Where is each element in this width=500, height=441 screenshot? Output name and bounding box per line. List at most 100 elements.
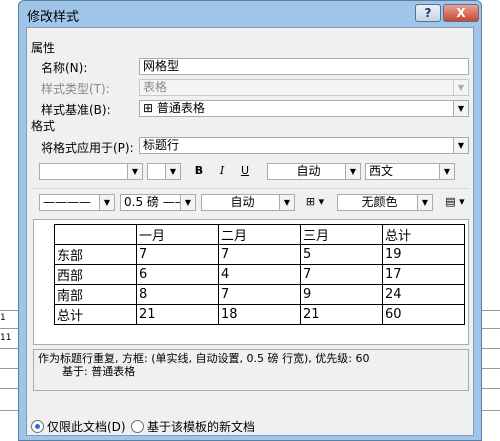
script-select[interactable]: 西文 ▼ xyxy=(365,163,455,180)
bold-button[interactable]: B xyxy=(190,162,208,180)
table-cell: 17 xyxy=(382,264,465,285)
bg-line-number: 11 xyxy=(0,333,12,343)
table-header-cell: 二月 xyxy=(218,224,301,245)
shading-value: 无颜色 xyxy=(361,195,398,209)
description-line: 作为标题行重复, 方框: (单实线, 自动设置, 0.5 磅 行宽), 优先级:… xyxy=(38,352,370,365)
style-preview: 一月 二月 三月 总计 东部 7 7 5 19 西部 6 4 7 17 南部 8… xyxy=(33,219,469,345)
chevron-down-icon[interactable]: ▼ xyxy=(127,164,142,179)
chevron-down-icon[interactable]: ▼ xyxy=(180,195,195,210)
style-type-value: 表格 xyxy=(143,80,168,94)
name-label: 名称(N): xyxy=(41,61,88,75)
table-cell: 21 xyxy=(136,304,219,325)
table-cell: 西部 xyxy=(54,264,137,285)
table-cell: 60 xyxy=(382,304,465,325)
table-cell: 21 xyxy=(300,304,383,325)
help-button[interactable]: ? xyxy=(415,4,441,22)
font-color-select[interactable]: 自动 ▼ xyxy=(267,163,361,180)
table-header-cell: 三月 xyxy=(300,224,383,245)
close-button[interactable]: X xyxy=(443,4,479,22)
table-row: 西部 6 4 7 17 xyxy=(54,264,465,285)
chevron-down-icon[interactable]: ▼ xyxy=(279,195,294,210)
table-cell: 7 xyxy=(218,284,301,305)
chevron-down-icon: ▼ xyxy=(453,80,468,95)
dialog-body: 属性 名称(N): 网格型 样式类型(T): 表格 ▼ 样式基准(B): ⊞ 普… xyxy=(26,27,474,436)
chevron-down-icon[interactable]: ▼ xyxy=(453,101,468,116)
properties-section-label: 属性 xyxy=(31,41,56,55)
bg-line-number: 1 xyxy=(0,313,6,323)
apply-to-label: 将格式应用于(P): xyxy=(41,141,134,155)
chevron-down-icon[interactable]: ▼ xyxy=(453,138,468,153)
bg-rule xyxy=(0,328,18,329)
description-line: 基于: 普通表格 xyxy=(62,365,136,378)
table-cell: 总计 xyxy=(54,304,137,325)
radio-only-this-document[interactable]: 仅限此文档(D) xyxy=(31,418,126,435)
bg-rule xyxy=(482,310,500,311)
style-type-select: 表格 ▼ xyxy=(139,79,469,96)
table-cell: 7 xyxy=(136,244,219,265)
table-row: 东部 7 7 5 19 xyxy=(54,244,465,265)
name-input[interactable]: 网格型 xyxy=(139,58,469,75)
borders-button[interactable]: ⊞ ▾ xyxy=(301,193,329,211)
line-style-select[interactable]: ———— ▼ xyxy=(39,194,115,211)
underline-button[interactable]: U xyxy=(236,162,254,180)
font-color-value: 自动 xyxy=(296,164,321,178)
format-section-label: 格式 xyxy=(31,119,56,133)
style-based-value: ⊞ 普通表格 xyxy=(143,101,205,115)
bg-rule xyxy=(482,388,500,389)
table-cell: 5 xyxy=(300,244,383,265)
bg-rule xyxy=(482,368,500,369)
title-bar[interactable]: 修改样式 ? X xyxy=(19,1,481,27)
line-weight-select[interactable]: 0.5 磅 —— ▼ xyxy=(120,194,196,211)
border-color-select[interactable]: 自动 ▼ xyxy=(201,194,295,211)
italic-button[interactable]: I xyxy=(213,162,231,180)
table-format-icon: ▤ ▾ xyxy=(445,195,465,208)
dialog-title: 修改样式 xyxy=(27,10,80,25)
style-description: 作为标题行重复, 方框: (单实线, 自动设置, 0.5 磅 行宽), 优先级:… xyxy=(33,349,469,391)
bg-rule xyxy=(0,310,18,311)
font-name-select[interactable]: ▼ xyxy=(39,163,143,180)
radio-new-documents[interactable]: 基于该模板的新文档 xyxy=(131,418,255,435)
bg-rule xyxy=(0,368,18,369)
table-header-cell: 总计 xyxy=(382,224,465,245)
table-cell: 4 xyxy=(218,264,301,285)
radio-label: 仅限此文档(D) xyxy=(47,420,126,434)
bg-rule xyxy=(0,388,18,389)
line-style-value: ———— xyxy=(43,195,91,209)
table-cell: 18 xyxy=(218,304,301,325)
table-cell: 7 xyxy=(300,264,383,285)
bg-rule xyxy=(482,348,500,349)
shading-select[interactable]: 无颜色 ▼ xyxy=(337,194,433,211)
table-header-cell: 一月 xyxy=(136,224,219,245)
radio-label: 基于该模板的新文档 xyxy=(147,420,256,434)
modify-style-dialog: 修改样式 ? X 属性 名称(N): 网格型 样式类型(T): 表格 ▼ 样式基… xyxy=(18,0,482,441)
table-cell: 8 xyxy=(136,284,219,305)
apply-to-select[interactable]: 标题行 ▼ xyxy=(139,137,469,154)
table-cell: 6 xyxy=(136,264,219,285)
bg-rule xyxy=(482,328,500,329)
style-type-label: 样式类型(T): xyxy=(41,82,110,96)
table-header-row: 一月 二月 三月 总计 xyxy=(54,224,465,245)
table-cell: 南部 xyxy=(54,284,137,305)
table-cell: 19 xyxy=(382,244,465,265)
radio-selected-icon[interactable] xyxy=(31,420,44,433)
style-based-select[interactable]: ⊞ 普通表格 ▼ xyxy=(139,100,469,117)
table-cell: 24 xyxy=(382,284,465,305)
table-header-cell xyxy=(54,224,137,245)
apply-to-value: 标题行 xyxy=(143,138,180,152)
table-cell: 9 xyxy=(300,284,383,305)
bg-rule xyxy=(0,410,18,411)
chevron-down-icon[interactable]: ▼ xyxy=(439,164,454,179)
bg-rule xyxy=(482,410,500,411)
radio-unselected-icon[interactable] xyxy=(131,420,144,433)
chevron-down-icon[interactable]: ▼ xyxy=(165,164,180,179)
table-cell: 7 xyxy=(218,244,301,265)
toolbar-divider xyxy=(31,188,469,189)
chevron-down-icon[interactable]: ▼ xyxy=(417,195,432,210)
script-value: 西文 xyxy=(369,164,394,178)
table-cell: 东部 xyxy=(54,244,137,265)
font-size-select[interactable]: ▼ xyxy=(147,163,181,180)
table-format-button[interactable]: ▤ ▾ xyxy=(441,193,469,211)
line-weight-value: 0.5 磅 —— xyxy=(124,195,187,209)
chevron-down-icon[interactable]: ▼ xyxy=(99,195,114,210)
chevron-down-icon[interactable]: ▼ xyxy=(345,164,360,179)
